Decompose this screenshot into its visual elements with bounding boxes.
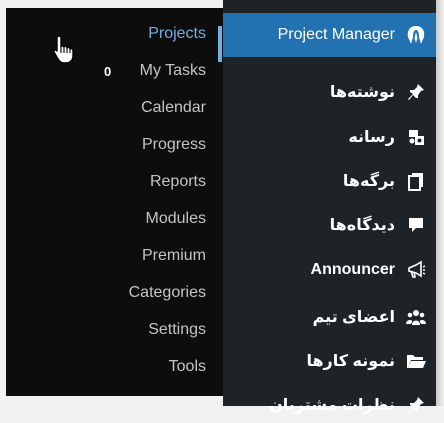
submenu-item-settings[interactable]: Settings [6,313,206,347]
submenu-active-marker [218,26,222,62]
submenu-item-label: Settings [148,321,206,338]
submenu-item-label: Reports [149,173,206,190]
menu-item-label: اعضای تیم [312,308,395,326]
menu-item-comments[interactable]: دیدگاه‌ها [223,206,436,243]
submenu-item-label: Calendar [141,99,206,116]
submenu-item-my-tasks[interactable]: 0 My Tasks [6,54,206,88]
submenu-item-label: Projects [148,25,206,42]
submenu-item-label: My Tasks [139,62,206,79]
menu-item-team-members[interactable]: اعضای تیم [223,298,436,335]
hand-cursor-icon [52,34,76,71]
menu-item-label: نظرات مشتریان [269,396,395,414]
submenu-item-modules[interactable]: Modules [6,202,206,236]
submenu-item-label: Categories [128,284,206,301]
submenu-item-calendar[interactable]: Calendar [6,91,206,125]
menu-edge-shadow [436,0,444,406]
media-icon [405,126,427,148]
pushpin-icon [405,394,427,416]
submenu-item-label: Premium [141,247,206,264]
admin-menu: Project Manager نوشته‌ها رسانه برگه‌ها د… [223,0,436,414]
menu-item-label: Announcer [310,260,395,278]
submenu-item-label: Tools [168,358,206,375]
megaphone-icon [405,259,427,281]
folder-icon [405,350,427,372]
menu-item-label: نوشته‌ها [329,83,395,101]
submenu-item-projects[interactable]: Projects [6,17,206,51]
submenu-item-reports[interactable]: Reports [6,165,206,199]
task-count-badge: 0 [104,63,112,79]
pages-icon [405,170,427,192]
menu-item-label: رسانه [348,128,395,146]
menu-item-project-manager[interactable]: Project Manager [223,13,436,57]
project-manager-submenu: Projects 0 My Tasks Calendar Progress Re… [6,8,223,396]
comment-icon [405,214,427,236]
menu-item-label: نمونه کارها [306,352,395,370]
menu-item-announcer[interactable]: Announcer [223,251,436,288]
menu-item-portfolio[interactable]: نمونه کارها [223,342,436,379]
submenu-item-categories[interactable]: Categories [6,276,206,310]
project-manager-logo-icon [405,24,427,46]
menu-item-testimonials[interactable]: نظرات مشتریان [223,386,436,423]
current-menu-arrow [223,22,231,38]
menu-item-label: Project Manager [277,26,395,43]
menu-item-pages[interactable]: برگه‌ها [223,162,436,199]
submenu-item-progress[interactable]: Progress [6,128,206,162]
menu-item-media[interactable]: رسانه [223,118,436,155]
pushpin-icon [405,81,427,103]
submenu-item-tools[interactable]: Tools [6,350,206,384]
submenu-item-premium[interactable]: Premium [6,239,206,273]
menu-item-label: برگه‌ها [342,172,395,190]
submenu-item-label: Progress [141,136,206,153]
team-icon [405,306,427,328]
menu-item-posts[interactable]: نوشته‌ها [223,73,436,110]
submenu-item-label: Modules [145,210,206,227]
menu-item-label: دیدگاه‌ها [329,216,395,234]
